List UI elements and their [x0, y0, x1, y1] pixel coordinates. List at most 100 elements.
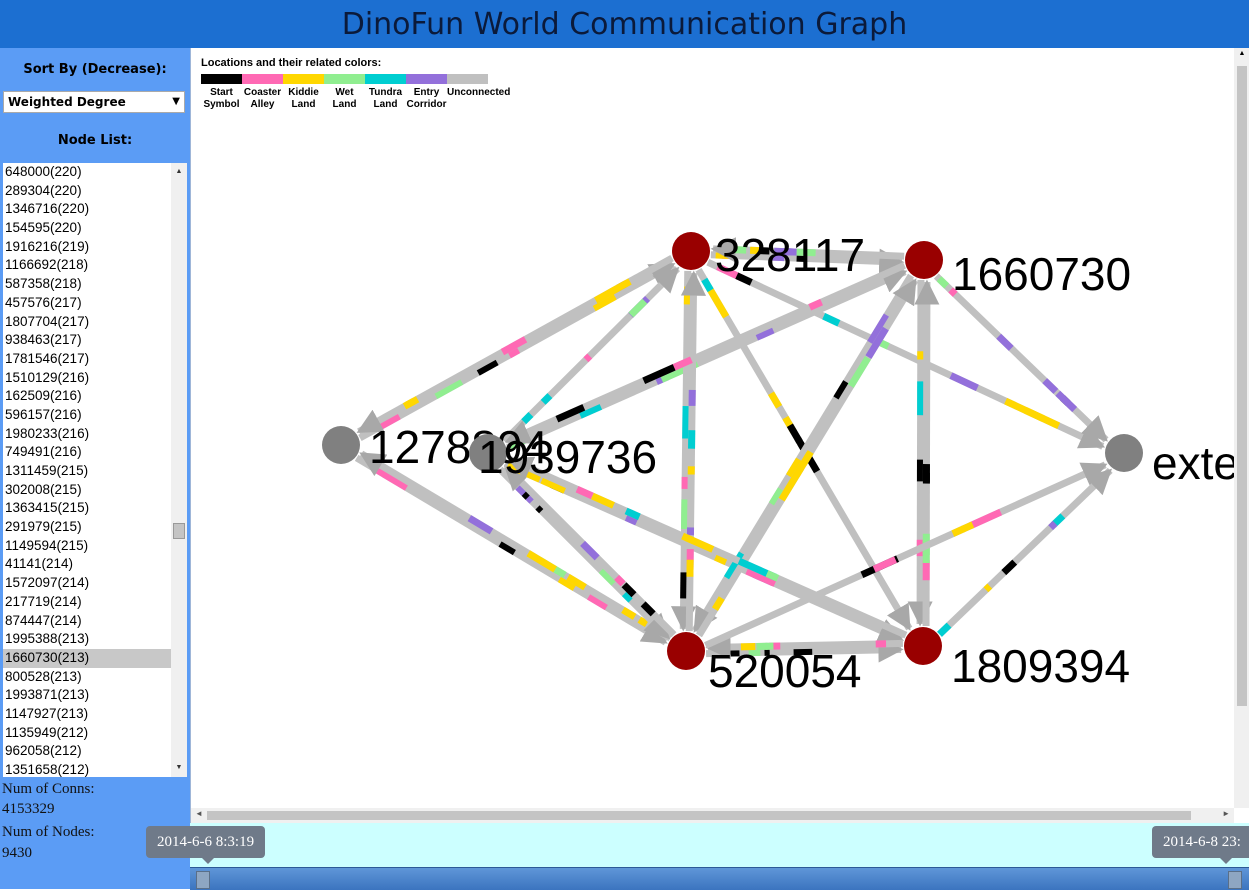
node-list-item[interactable]: 1916216(219) — [3, 238, 171, 257]
graph-node-label: 1809394 — [951, 640, 1130, 692]
node-list-item[interactable]: 1311459(215) — [3, 462, 171, 481]
graph-edge-segment — [617, 577, 623, 583]
node-list-item[interactable]: 457576(217) — [3, 294, 171, 313]
node-list-item[interactable]: 1166692(218) — [3, 256, 171, 275]
graph-edge-segment — [767, 573, 778, 578]
node-list-item[interactable]: 1572097(214) — [3, 574, 171, 593]
graph-edge[interactable] — [940, 470, 1111, 634]
node-list-item[interactable]: 938463(217) — [3, 331, 171, 350]
time-end-label: 2014-6-8 23: — [1152, 826, 1249, 858]
graph-edge-segment — [1025, 410, 1058, 426]
time-start-handle[interactable] — [196, 871, 210, 889]
node-list-item[interactable]: 1363415(215) — [3, 499, 171, 518]
app-title: DinoFun World Communication Graph — [0, 0, 1249, 49]
node-list-item[interactable]: 302008(215) — [3, 481, 171, 500]
graph-edge-segment — [639, 620, 646, 624]
graph-edge[interactable] — [508, 272, 906, 448]
graph-edge[interactable] — [920, 280, 921, 624]
node-list-item[interactable]: 587358(218) — [3, 275, 171, 294]
graph-edge-segment — [1004, 562, 1015, 572]
node-list-item[interactable]: 1993871(213) — [3, 686, 171, 705]
communication-graph[interactable]: 328117166073012788941939736exte520054180… — [191, 48, 1234, 808]
node-list-item[interactable]: 1660730(213) — [3, 649, 171, 668]
graph-edge-segment — [824, 316, 839, 323]
node-list-item[interactable]: 596157(216) — [3, 406, 171, 425]
num-nodes-label: Num of Nodes: — [2, 824, 95, 841]
scroll-thumb[interactable] — [173, 523, 185, 539]
graph-edge-segment — [524, 493, 528, 497]
graph-node[interactable] — [1105, 434, 1143, 472]
graph-horizontal-scrollbar[interactable]: ◄ ► — [191, 808, 1234, 823]
time-range-bar[interactable] — [190, 867, 1249, 890]
graph-edge-segment — [709, 288, 726, 316]
node-list-item[interactable]: 1807704(217) — [3, 313, 171, 332]
graph-node[interactable] — [667, 632, 705, 670]
node-list-item[interactable]: 648000(220) — [3, 163, 171, 182]
graph-edge-segment — [940, 625, 950, 634]
node-list-label: Node List: — [2, 120, 188, 160]
node-list-item[interactable]: 1149594(215) — [3, 537, 171, 556]
scroll-left-icon[interactable]: ◄ — [195, 809, 203, 818]
node-list-item[interactable]: 289304(220) — [3, 182, 171, 201]
scroll-thumb[interactable] — [207, 811, 1191, 820]
graph-panel: Locations and their related colors: Star… — [190, 48, 1249, 823]
num-conns-value: 4153329 — [2, 801, 55, 818]
graph-node[interactable] — [322, 426, 360, 464]
scroll-right-icon[interactable]: ► — [1222, 809, 1230, 818]
graph-edge[interactable] — [689, 273, 693, 631]
scroll-thumb[interactable] — [1237, 66, 1247, 706]
graph-edge-segment — [971, 512, 1001, 526]
sidebar: Sort By (Decrease): Weighted Degree ▼ No… — [0, 48, 190, 889]
scroll-up-icon[interactable]: ▲ — [171, 165, 187, 179]
graph-edge-segment — [874, 560, 895, 570]
node-list-item[interactable]: 1995388(213) — [3, 630, 171, 649]
node-list-item[interactable]: 291979(215) — [3, 518, 171, 537]
node-list-scrollbar[interactable]: ▲ ▼ — [171, 163, 187, 777]
graph-edge-segment — [704, 280, 710, 291]
time-slider[interactable] — [190, 823, 1249, 889]
node-list-item[interactable]: 217719(214) — [3, 593, 171, 612]
node-list[interactable]: 648000(220)289304(220)1346716(220)154595… — [3, 163, 187, 777]
node-list-item[interactable]: 1781546(217) — [3, 350, 171, 369]
num-nodes-value: 9430 — [2, 845, 32, 862]
scroll-up-icon[interactable]: ▲ — [1234, 50, 1249, 57]
graph-node[interactable] — [904, 627, 942, 665]
graph-node[interactable] — [672, 232, 710, 270]
node-list-item[interactable]: 962058(212) — [3, 742, 171, 761]
graph-edge-segment — [1058, 393, 1075, 409]
graph-node-label: 328117 — [715, 229, 865, 281]
graph-edge-segment — [986, 586, 990, 590]
sort-by-value: Weighted Degree — [8, 95, 126, 109]
graph-edge[interactable] — [936, 276, 1106, 440]
graph-edge-segment — [538, 507, 542, 511]
graph-edge-segment — [1045, 381, 1056, 392]
graph-node-label: 1660730 — [952, 248, 1131, 300]
node-list-item[interactable]: 1346716(220) — [3, 200, 171, 219]
graph-edge-segment — [543, 396, 550, 403]
node-list-item[interactable]: 41141(214) — [3, 555, 171, 574]
dropdown-arrow-icon: ▼ — [172, 92, 180, 112]
sort-by-label: Sort By (Decrease): — [2, 50, 188, 88]
sort-by-select[interactable]: Weighted Degree ▼ — [3, 91, 185, 113]
graph-edge-segment — [683, 536, 694, 541]
node-list-item[interactable]: 154595(220) — [3, 219, 171, 238]
node-list-items: 648000(220)289304(220)1346716(220)154595… — [3, 163, 171, 777]
node-list-item[interactable]: 1980233(216) — [3, 425, 171, 444]
graph-node[interactable] — [905, 241, 943, 279]
node-list-item[interactable]: 1147927(213) — [3, 705, 171, 724]
scroll-down-icon[interactable]: ▼ — [171, 761, 187, 775]
time-end-handle[interactable] — [1228, 871, 1242, 889]
graph-node-label: exte — [1152, 437, 1234, 489]
node-list-item[interactable]: 874447(214) — [3, 612, 171, 631]
graph-edge-segment — [771, 393, 779, 407]
graph-vertical-scrollbar[interactable]: ▲ — [1234, 48, 1249, 808]
node-list-item[interactable]: 1510129(216) — [3, 369, 171, 388]
node-list-item[interactable]: 1351658(212) — [3, 761, 171, 777]
node-list-item[interactable]: 162509(216) — [3, 387, 171, 406]
num-conns-label: Num of Conns: — [2, 781, 95, 798]
time-start-label: 2014-6-6 8:3:19 — [146, 826, 265, 858]
node-list-item[interactable]: 800528(213) — [3, 668, 171, 687]
graph-edge-segment — [631, 301, 645, 315]
node-list-item[interactable]: 1135949(212) — [3, 724, 171, 743]
node-list-item[interactable]: 749491(216) — [3, 443, 171, 462]
